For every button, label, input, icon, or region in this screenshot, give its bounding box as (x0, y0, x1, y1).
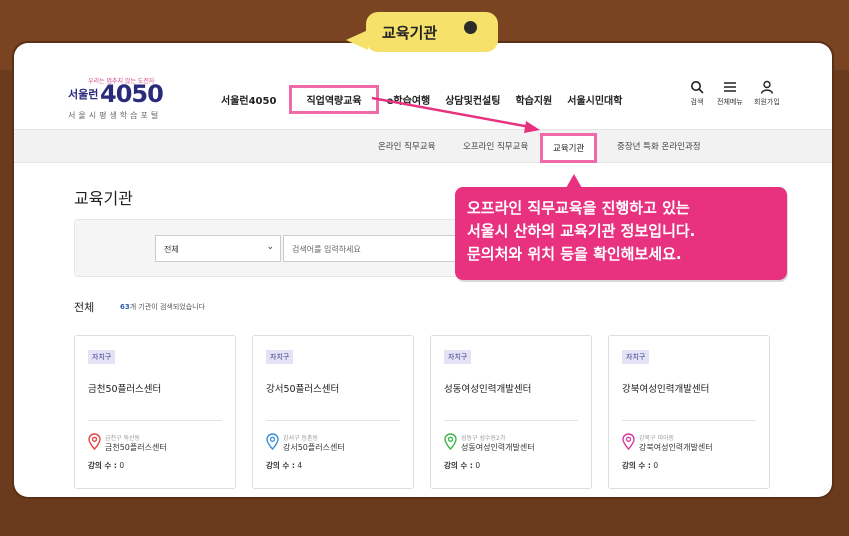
category-badge: 자치구 (622, 350, 650, 364)
institution-place: 성동여성인력개발센터 (461, 443, 535, 452)
course-count: 강의 수 : 0 (444, 461, 481, 470)
course-count: 강의 수 : 0 (88, 461, 125, 470)
category-select-value: 전체 (164, 245, 179, 254)
nav-item-support[interactable]: 학습지원 (515, 92, 552, 107)
nav-item-citizen-univ[interactable]: 서울시민대학 (567, 92, 622, 107)
search-panel: 전체 ⌄ 검색어를 입력하세요 (74, 219, 495, 277)
annotation-tag: 교육기관 (366, 12, 498, 52)
card-divider (266, 420, 400, 421)
institution-address: 금천구 독산동 (105, 435, 141, 442)
signup-util-label: 회원가입 (754, 98, 780, 106)
location-pin-icon (266, 433, 279, 450)
category-badge: 자치구 (266, 350, 294, 364)
course-count: 강의 수 : 4 (266, 461, 303, 470)
chevron-down-icon: ⌄ (266, 242, 274, 252)
signup-util-button[interactable]: 회원가입 (754, 80, 780, 107)
institution-card[interactable]: 자치구 성동여성인력개발센터 성동구 성수동2가 성동여성인력개발센터 강의 수… (430, 335, 592, 489)
subnav-offline-training[interactable]: 오프라인 직무교육 (463, 140, 528, 152)
logo-city: 서울런 (68, 88, 99, 101)
tag-tail (346, 30, 368, 50)
nav-item-consulting[interactable]: 상담및컨설팅 (445, 92, 500, 107)
subnav-online-training[interactable]: 온라인 직무교육 (378, 140, 435, 152)
result-label: 전체 (74, 301, 95, 314)
institution-place: 금천50플러스센터 (105, 443, 167, 452)
callout-tail (566, 174, 582, 188)
sub-nav: 온라인 직무교육 오프라인 직무교육 교육기관 중장년 특화 온라인과정 (14, 129, 832, 163)
callout-line: 서울시 산하의 교육기관 정보입니다. (467, 222, 696, 240)
institution-address: 성동구 성수동2가 (461, 435, 506, 442)
result-count-suffix: 개 기관이 검색되었습니다 (129, 303, 206, 311)
callout-line: 오프라인 직무교육을 진행하고 있는 (467, 199, 690, 217)
result-count: 63개 기관이 검색되었습니다 (120, 302, 205, 312)
institution-address: 강북구 미아동 (639, 435, 675, 442)
page-title: 교육기관 (74, 189, 133, 208)
callout-line: 문의처와 위치 등을 확인해보세요. (467, 245, 682, 263)
nav-item-seoullearn[interactable]: 서울런4050 (221, 92, 276, 107)
subnav-institutions[interactable]: 교육기관 (540, 133, 598, 163)
institution-place: 강북여성인력개발센터 (639, 443, 713, 452)
card-divider (444, 420, 578, 421)
card-divider (622, 420, 756, 421)
search-icon (691, 81, 704, 94)
nav-item-elearning[interactable]: e학습여행 (387, 92, 431, 107)
category-select[interactable]: 전체 ⌄ (155, 235, 281, 262)
institution-name: 성동여성인력개발센터 (444, 384, 532, 395)
category-badge: 자치구 (88, 350, 116, 364)
logo-subtitle: 서울시평생학습포털 (68, 111, 162, 120)
institution-place: 강서50플러스센터 (283, 443, 345, 452)
menu-icon (723, 82, 736, 92)
category-badge: 자치구 (444, 350, 472, 364)
frame-bottom (0, 496, 849, 536)
location-pin-icon (88, 433, 101, 450)
site-logo[interactable]: 우리는 멈추지 않는 도전자 서울런 4050 서울시평생학습포털 (68, 76, 178, 122)
user-icon (760, 80, 774, 94)
menu-util-button[interactable]: 전체메뉴 (717, 80, 743, 107)
nav-item-job-training[interactable]: 직업역량교육 (289, 85, 379, 114)
tag-dot-icon (464, 21, 477, 34)
location-pin-icon (444, 433, 457, 450)
institution-card[interactable]: 자치구 강서50플러스센터 강서구 등촌동 강서50플러스센터 강의 수 : 4 (252, 335, 414, 489)
search-util-button[interactable]: 검색 (690, 80, 704, 107)
annotation-callout: 오프라인 직무교육을 진행하고 있는 서울시 산하의 교육기관 정보입니다. 문… (455, 187, 787, 280)
institution-card[interactable]: 자치구 강북여성인력개발센터 강북구 미아동 강북여성인력개발센터 강의 수 :… (608, 335, 770, 489)
search-util-label: 검색 (690, 98, 704, 106)
result-count-number: 63 (120, 303, 130, 311)
location-pin-icon (622, 433, 635, 450)
card-divider (88, 420, 222, 421)
institution-name: 강북여성인력개발센터 (622, 384, 710, 395)
institution-card[interactable]: 자치구 금천50플러스센터 금천구 독산동 금천50플러스센터 강의 수 : 0 (74, 335, 236, 489)
institution-address: 강서구 등촌동 (283, 435, 319, 442)
main-nav: 서울런4050 직업역량교육 e학습여행 상담및컨설팅 학습지원 서울시민대학 (221, 85, 637, 114)
logo-number: 4050 (100, 80, 164, 108)
menu-util-label: 전체메뉴 (717, 98, 743, 106)
institution-name: 강서50플러스센터 (266, 384, 340, 395)
subnav-midlife-online[interactable]: 중장년 특화 온라인과정 (617, 140, 701, 152)
institution-name: 금천50플러스센터 (88, 384, 162, 395)
course-count: 강의 수 : 0 (622, 461, 659, 470)
